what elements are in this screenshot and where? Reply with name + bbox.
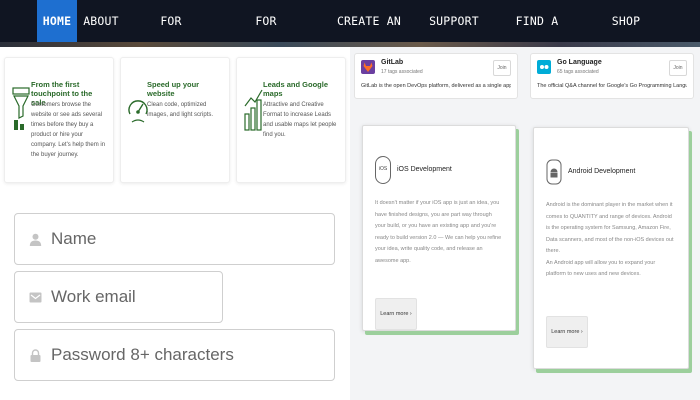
feature-title: Speed up your website — [147, 80, 200, 98]
email-input[interactable] — [51, 282, 212, 312]
join-button[interactable]: Join — [669, 60, 687, 76]
feature-title: Leads and Google maps — [263, 80, 329, 98]
feature-desc: Attractive and Creative Format to increa… — [263, 102, 337, 138]
android-icon — [546, 159, 562, 185]
email-field — [14, 271, 223, 323]
tag-card-gitlab[interactable]: GitLab 17 tags associated Join GitLab is… — [354, 53, 518, 99]
top-navigation-bar: HOME ABOUT FOR BOOKSTORES FOR PUBLISHERS… — [0, 0, 700, 70]
feature-card-speed: Speed up your website Clean code, optimi… — [120, 57, 230, 183]
nav-for-bookstores[interactable]: FOR BOOKSTORES — [128, 0, 214, 70]
join-button[interactable]: Join — [493, 60, 511, 76]
funnel-icon — [12, 87, 30, 130]
tag-count: 65 tags associated — [557, 69, 599, 75]
feature-card-touchpoint: From the first touchpoint to the sale Cu… — [4, 57, 114, 183]
tag-name: Go Language — [557, 59, 602, 66]
tag-name: GitLab — [381, 59, 404, 66]
android-development-card: Android Development Android is the domin… — [533, 127, 689, 369]
left-pane: From the first touchpoint to the sale Cu… — [0, 47, 350, 400]
envelope-icon — [29, 292, 42, 303]
password-field — [14, 329, 335, 381]
speedometer-icon — [128, 100, 148, 123]
nav-about[interactable]: ABOUT — [82, 0, 120, 42]
user-icon — [29, 233, 42, 246]
card-description: It doesn't matter if your iOS app is jus… — [375, 200, 502, 264]
nav-shop-local[interactable]: SHOP LOCAL — [594, 0, 658, 70]
tag-description: GitLab is the open DevOps platform, deli… — [361, 83, 511, 89]
nav-find-bookstore[interactable]: FIND A BOOKSTORE — [488, 0, 586, 70]
name-input[interactable] — [51, 224, 324, 254]
gitlab-logo-icon — [361, 60, 375, 74]
tag-card-go-language[interactable]: Go Language 65 tags associated Join The … — [530, 53, 694, 99]
feature-desc: Customers browse the website or see ads … — [31, 102, 106, 158]
bar-chart-icon — [244, 89, 263, 131]
card-description: Android is the dominant player in the ma… — [546, 202, 674, 277]
name-field — [14, 213, 335, 265]
nav-create-account[interactable]: CREATE AN ACCOUNT — [318, 0, 420, 70]
feature-card-leads: Leads and Google maps Attractive and Cre… — [236, 57, 346, 183]
nav-home[interactable]: HOME — [37, 0, 77, 42]
feature-desc: Clean code, optimized images, and light … — [147, 102, 214, 118]
password-input[interactable] — [51, 340, 324, 370]
learn-more-button[interactable]: Learn more › — [375, 298, 417, 330]
lock-icon — [30, 349, 41, 362]
nav-support[interactable]: SUPPORT — [429, 0, 479, 42]
nav-for-publishers[interactable]: FOR PUBLISHERS — [223, 0, 309, 70]
card-title: Android Development — [568, 168, 636, 175]
ios-icon: iOS — [375, 156, 391, 184]
card-title: iOS Development — [397, 166, 452, 173]
tag-description: The official Q&A channel for Google's Go… — [537, 83, 687, 89]
learn-more-button[interactable]: Learn more › — [546, 316, 588, 348]
go-logo-icon — [537, 60, 551, 74]
right-pane: GitLab 17 tags associated Join GitLab is… — [350, 47, 700, 400]
tag-count: 17 tags associated — [381, 69, 423, 75]
ios-development-card: iOS iOS Development It doesn't matter if… — [362, 125, 516, 331]
